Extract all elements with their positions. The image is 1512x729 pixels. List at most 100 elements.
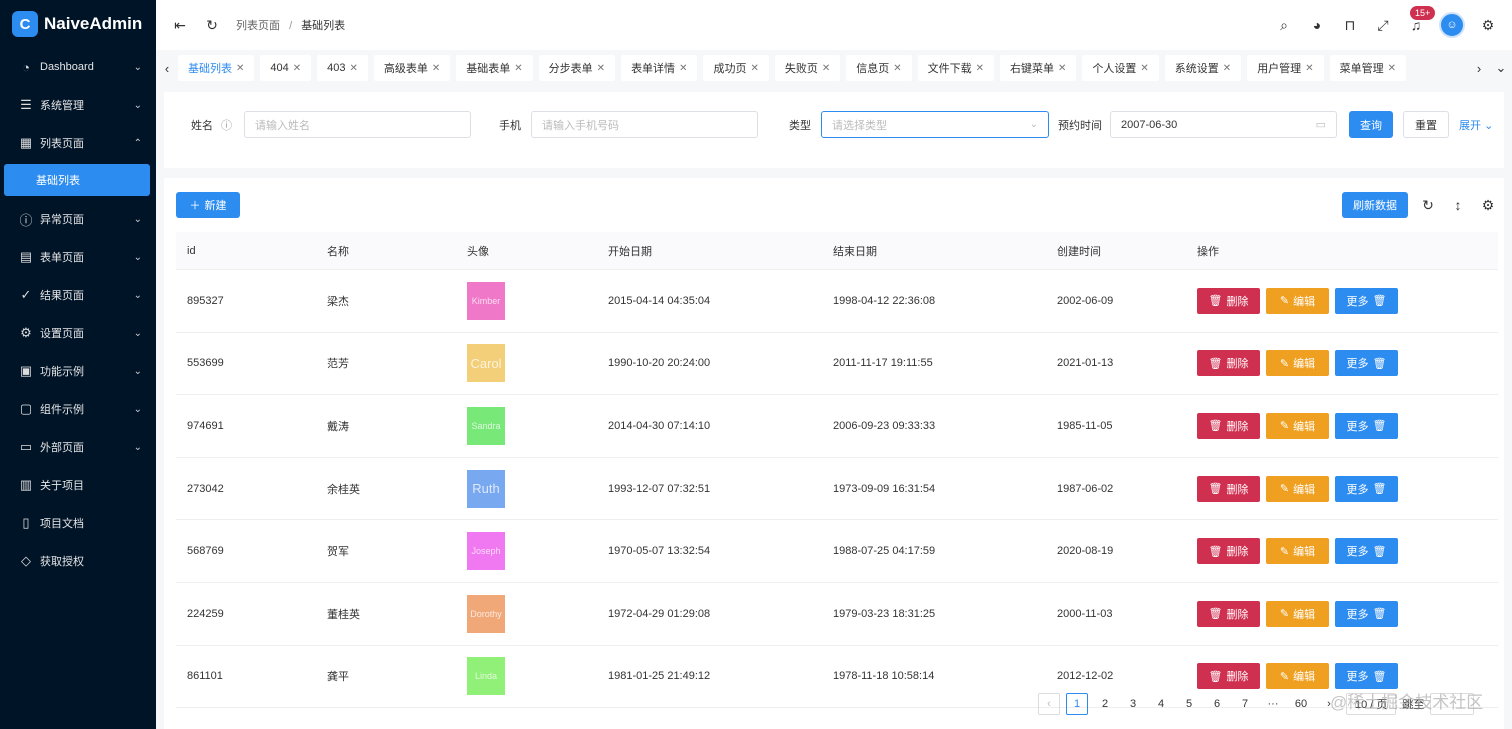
search-icon[interactable]: ⌕ [1274, 15, 1294, 35]
more-button[interactable]: 更多 🗑︎ [1335, 412, 1398, 439]
tab-10[interactable]: 文件下载 ✕ [917, 55, 995, 81]
lock-icon[interactable]: ⊓ [1340, 15, 1360, 35]
reload-icon[interactable]: ↻ [202, 15, 222, 35]
sidebar-item-8[interactable]: ▢ 组件示例 ⌄ [0, 390, 156, 428]
delete-button[interactable]: 🗑︎ 删除 [1197, 538, 1260, 565]
type-select[interactable]: 请选择类型 ⌄ [821, 111, 1049, 138]
page-1[interactable]: 2 [1094, 693, 1116, 715]
tab-2[interactable]: 403 ✕ [317, 55, 368, 81]
page-5[interactable]: 6 [1206, 693, 1228, 715]
close-icon[interactable]: ✕ [1223, 63, 1231, 74]
page-7[interactable]: ··· [1262, 693, 1284, 715]
sidebar-item-2[interactable]: ▦ 列表页面 ⌃ [0, 124, 156, 162]
delete-button[interactable]: 🗑︎ 删除 [1197, 287, 1260, 314]
settings-icon[interactable]: ⚙ [1478, 195, 1498, 215]
page-4[interactable]: 5 [1178, 693, 1200, 715]
sidebar-item-5[interactable]: ✓ 结果页面 ⌄ [0, 276, 156, 314]
tab-7[interactable]: 成功页 ✕ [703, 55, 769, 81]
edit-button[interactable]: ✎ 编辑 [1266, 412, 1329, 439]
reset-button[interactable]: 重置 [1403, 111, 1449, 138]
sidebar-item-11[interactable]: ▯ 项目文档 [0, 504, 156, 542]
edit-button[interactable]: ✎ 编辑 [1266, 600, 1329, 627]
tab-5[interactable]: 分步表单 ✕ [538, 55, 616, 81]
page-2[interactable]: 3 [1122, 693, 1144, 715]
tab-1[interactable]: 404 ✕ [260, 55, 312, 81]
tabs-scroll-left-icon[interactable]: ‹ [156, 55, 178, 81]
github-icon[interactable]: ◕ [1307, 15, 1327, 35]
delete-button[interactable]: 🗑︎ 删除 [1197, 663, 1260, 690]
prev-page-icon[interactable]: ‹ [1038, 693, 1060, 715]
page-3[interactable]: 4 [1150, 693, 1172, 715]
more-button[interactable]: 更多 🗑︎ [1335, 663, 1398, 690]
close-icon[interactable]: ✕ [1305, 63, 1313, 74]
close-icon[interactable]: ✕ [893, 63, 901, 74]
date-picker[interactable]: 2007-06-30 ▭ [1110, 111, 1337, 138]
sidebar-item-0[interactable]: ◔ Dashboard ⌄ [0, 48, 156, 86]
close-icon[interactable]: ✕ [236, 63, 244, 74]
sidebar-item-10[interactable]: ▥ 关于项目 [0, 466, 156, 504]
edit-button[interactable]: ✎ 编辑 [1266, 663, 1329, 690]
tab-11[interactable]: 右键菜单 ✕ [1000, 55, 1077, 81]
page-6[interactable]: 7 [1234, 693, 1256, 715]
sidebar-subitem-basic-list[interactable]: 基础列表 [4, 164, 150, 196]
new-button[interactable]: ＋ 新建 [176, 192, 240, 218]
sidebar-item-7[interactable]: ▣ 功能示例 ⌄ [0, 352, 156, 390]
page-0[interactable]: 1 [1066, 693, 1088, 715]
tab-14[interactable]: 用户管理 ✕ [1247, 55, 1324, 81]
reload-icon[interactable]: ↻ [1418, 195, 1438, 215]
tab-13[interactable]: 系统设置 ✕ [1164, 55, 1242, 81]
tab-0[interactable]: 基础列表 ✕ [178, 55, 255, 81]
close-icon[interactable]: ✕ [597, 63, 605, 74]
sidebar-item-12[interactable]: ◇ 获取授权 [0, 542, 156, 580]
tabs-scroll-right-icon[interactable]: › [1468, 55, 1490, 81]
tab-3[interactable]: 高级表单 ✕ [373, 55, 451, 81]
app-logo[interactable]: C NaiveAdmin [0, 0, 156, 48]
tab-4[interactable]: 基础表单 ✕ [456, 55, 533, 81]
sidebar-item-4[interactable]: ▤ 表单页面 ⌄ [0, 238, 156, 276]
bell-icon[interactable]: ♫ 15+ [1406, 6, 1436, 35]
name-input[interactable]: 请输入姓名 [244, 111, 471, 138]
delete-button[interactable]: 🗑︎ 删除 [1197, 412, 1260, 439]
tab-9[interactable]: 信息页 ✕ [846, 55, 912, 81]
settings-icon[interactable]: ⚙ [1478, 15, 1498, 35]
delete-button[interactable]: 🗑︎ 删除 [1197, 350, 1260, 377]
edit-button[interactable]: ✎ 编辑 [1266, 350, 1329, 377]
close-icon[interactable]: ✕ [679, 63, 687, 74]
tab-12[interactable]: 个人设置 ✕ [1082, 55, 1159, 81]
sidebar-item-9[interactable]: ▭ 外部页面 ⌄ [0, 428, 156, 466]
fullscreen-icon[interactable]: ⤢ [1373, 15, 1393, 35]
close-icon[interactable]: ✕ [976, 63, 984, 74]
edit-button[interactable]: ✎ 编辑 [1266, 538, 1329, 565]
close-icon[interactable]: ✕ [750, 63, 758, 74]
close-icon[interactable]: ✕ [293, 63, 301, 74]
help-icon[interactable]: ⓘ [221, 117, 232, 133]
more-button[interactable]: 更多 🗑︎ [1335, 475, 1398, 502]
tab-8[interactable]: 失败页 ✕ [774, 55, 841, 81]
close-icon[interactable]: ✕ [1140, 63, 1148, 74]
sidebar-item-3[interactable]: ⓘ 异常页面 ⌄ [0, 200, 156, 238]
page-8[interactable]: 60 [1290, 693, 1312, 715]
close-icon[interactable]: ✕ [1388, 63, 1396, 74]
breadcrumb-item-list[interactable]: 列表页面 [236, 20, 280, 32]
query-button[interactable]: 查询 [1349, 111, 1393, 138]
user-avatar[interactable]: ☺ [1439, 12, 1465, 38]
menu-collapse-icon[interactable]: ⇤ [170, 15, 190, 35]
tabs-dropdown-icon[interactable]: ⌄ [1490, 55, 1512, 81]
more-button[interactable]: 更多 🗑︎ [1335, 600, 1398, 627]
refresh-data-button[interactable]: 刷新数据 [1342, 192, 1408, 218]
tab-6[interactable]: 表单详情 ✕ [621, 55, 698, 81]
column-height-icon[interactable]: ↕ [1448, 195, 1468, 215]
edit-button[interactable]: ✎ 编辑 [1266, 287, 1329, 314]
more-button[interactable]: 更多 🗑︎ [1335, 538, 1398, 565]
edit-button[interactable]: ✎ 编辑 [1266, 475, 1329, 502]
delete-button[interactable]: 🗑︎ 删除 [1197, 600, 1260, 627]
close-icon[interactable]: ✕ [1058, 63, 1066, 74]
sidebar-item-1[interactable]: ☰ 系统管理 ⌄ [0, 86, 156, 124]
expand-link[interactable]: 展开 ⌄ [1459, 117, 1493, 133]
close-icon[interactable]: ✕ [822, 63, 830, 74]
delete-button[interactable]: 🗑︎ 删除 [1197, 475, 1260, 502]
tab-15[interactable]: 菜单管理 ✕ [1329, 55, 1406, 81]
more-button[interactable]: 更多 🗑︎ [1335, 350, 1398, 377]
phone-input[interactable]: 请输入手机号码 [531, 111, 758, 138]
more-button[interactable]: 更多 🗑︎ [1335, 287, 1398, 314]
